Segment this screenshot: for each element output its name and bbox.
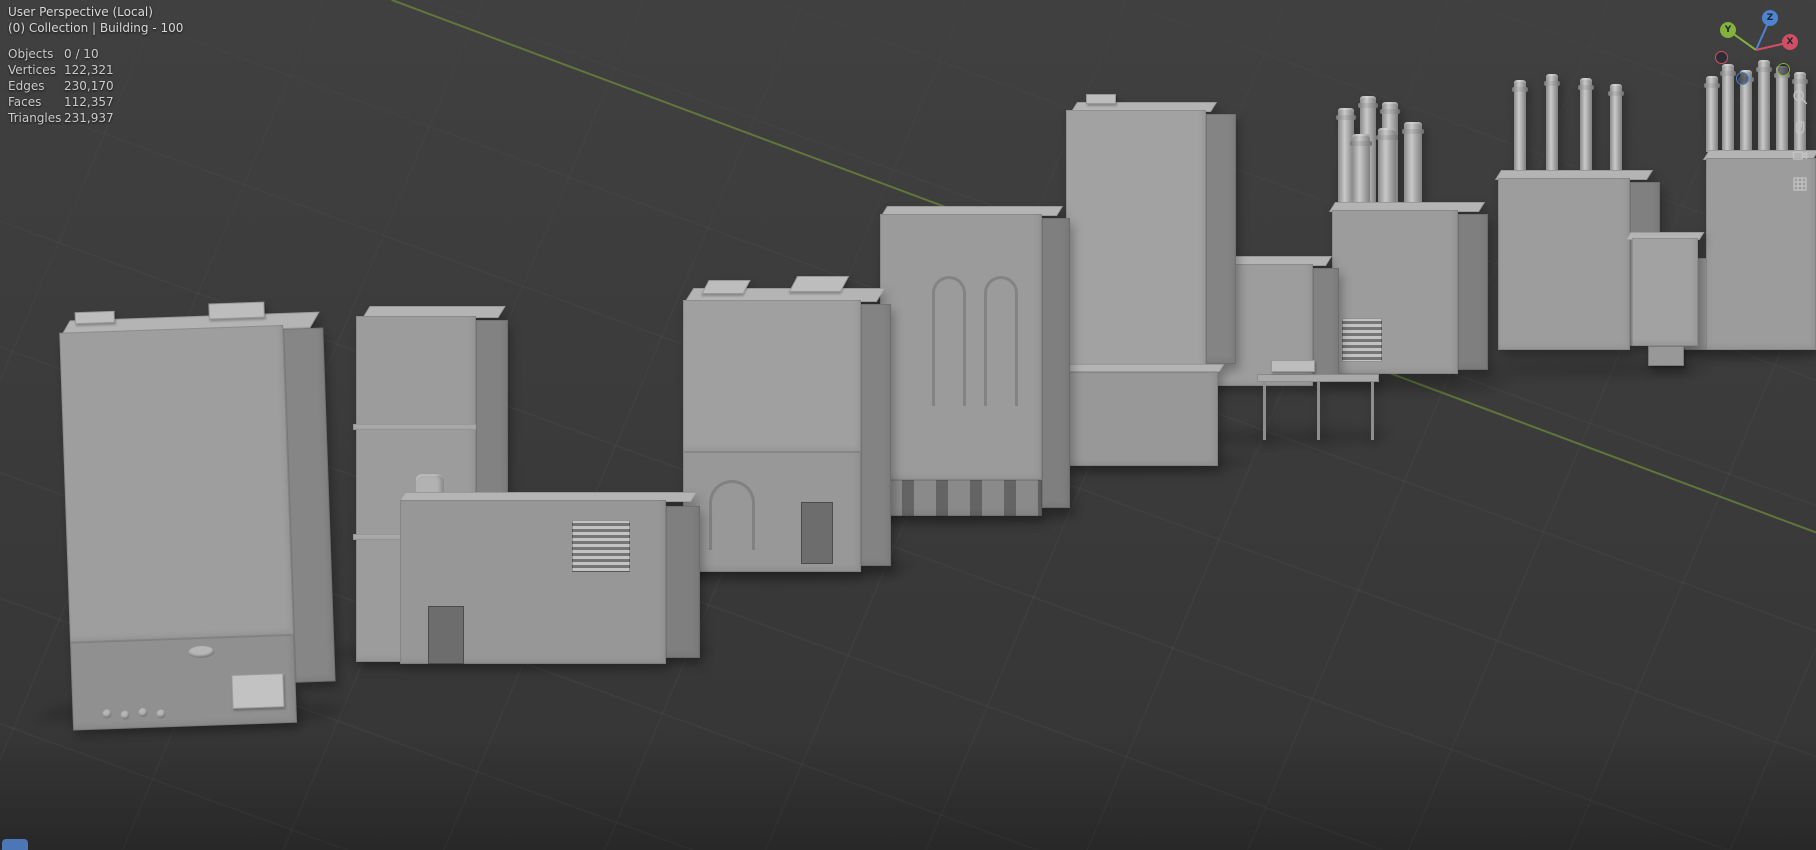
upper-front-face: [683, 300, 861, 452]
wing-face: [1632, 238, 1698, 346]
viewport-overlay-text: User Perspective (Local) (0) Collection …: [8, 4, 183, 126]
front-face: [1066, 110, 1206, 370]
storefront-base: [880, 480, 1042, 516]
roof-box: [1086, 94, 1116, 104]
tower-ledge: [353, 424, 479, 430]
bottom-left-blue-fragment: [2, 839, 28, 850]
skylight: [788, 276, 850, 292]
viewport-perspective-label: User Perspective (Local): [8, 5, 153, 19]
side-face: [861, 304, 891, 566]
canopy-leg: [1263, 382, 1266, 440]
annex-door: [428, 606, 464, 664]
canopy-leg: [1371, 382, 1374, 440]
viewport-side-controls: [1789, 86, 1811, 195]
skylight: [701, 280, 751, 294]
louver-panel: [572, 520, 630, 572]
arch-doorway: [709, 480, 755, 550]
annex-side-face: [666, 506, 700, 658]
front-face: [59, 324, 294, 643]
chimney: [1376, 128, 1398, 206]
building-5-skyscraper[interactable]: [1063, 94, 1236, 470]
chimney: [1512, 80, 1528, 174]
loading-dock-panel: [231, 673, 285, 709]
side-face: [1042, 218, 1070, 508]
pan-hand-icon[interactable]: [1789, 115, 1811, 137]
chimney: [1608, 84, 1624, 174]
zoom-icon[interactable]: [1789, 86, 1811, 108]
side-face: [1206, 114, 1236, 364]
doorway: [801, 502, 833, 564]
building-8-factory[interactable]: [1494, 74, 1705, 379]
chimney: [1402, 122, 1424, 206]
building-1-apartment-block[interactable]: [59, 301, 339, 735]
building-2-tower[interactable]: [353, 306, 708, 668]
stat-row-objects: Objects 0 / 10: [8, 47, 99, 61]
chimney: [1350, 134, 1372, 206]
canopy-box: [1271, 360, 1315, 372]
gizmo-y-negative-ball[interactable]: [1777, 63, 1790, 76]
gizmo-z-positive-ball[interactable]: Z: [1762, 10, 1778, 26]
gizmo-z-negative-ball[interactable]: [1736, 72, 1749, 85]
front-face: [1498, 178, 1630, 350]
stat-row-triangles: Triangles 231,937: [8, 111, 114, 125]
annex-roof: [1063, 364, 1225, 372]
camera-view-icon[interactable]: [1789, 144, 1811, 166]
perspective-grid-icon[interactable]: [1789, 173, 1811, 195]
gizmo-x-negative-ball[interactable]: [1715, 51, 1728, 64]
side-face: [1458, 214, 1488, 370]
stat-row-vertices: Vertices 122,321: [8, 63, 114, 77]
scene-statistics: Objects 0 / 10 Vertices 122,321 Edges 23…: [8, 46, 183, 126]
annex-face: [1066, 372, 1218, 466]
viewport-collection-label: (0) Collection | Building - 100: [8, 21, 184, 35]
chimney: [1578, 78, 1594, 174]
navigation-gizmo[interactable]: Z X Y: [1714, 6, 1798, 90]
stat-row-edges: Edges 230,170: [8, 79, 114, 93]
canopy-slab: [1257, 374, 1379, 382]
canopy-leg: [1317, 382, 1320, 440]
building-4-ornate-block[interactable]: [880, 206, 1070, 516]
gizmo-y-positive-ball[interactable]: Y: [1720, 22, 1736, 38]
roof-vent: [74, 310, 115, 325]
stat-row-faces: Faces 112,357: [8, 95, 114, 109]
3d-viewport[interactable]: User Perspective (Local) (0) Collection …: [0, 0, 1816, 850]
side-face: [1313, 268, 1339, 382]
building-3-midrise[interactable]: [683, 276, 893, 572]
arch-window: [984, 276, 1018, 406]
gizmo-x-positive-ball[interactable]: X: [1782, 34, 1798, 50]
chimney: [1544, 74, 1560, 174]
base-box: [1648, 346, 1684, 366]
roof-vent: [208, 301, 265, 320]
arch-window: [932, 276, 966, 406]
